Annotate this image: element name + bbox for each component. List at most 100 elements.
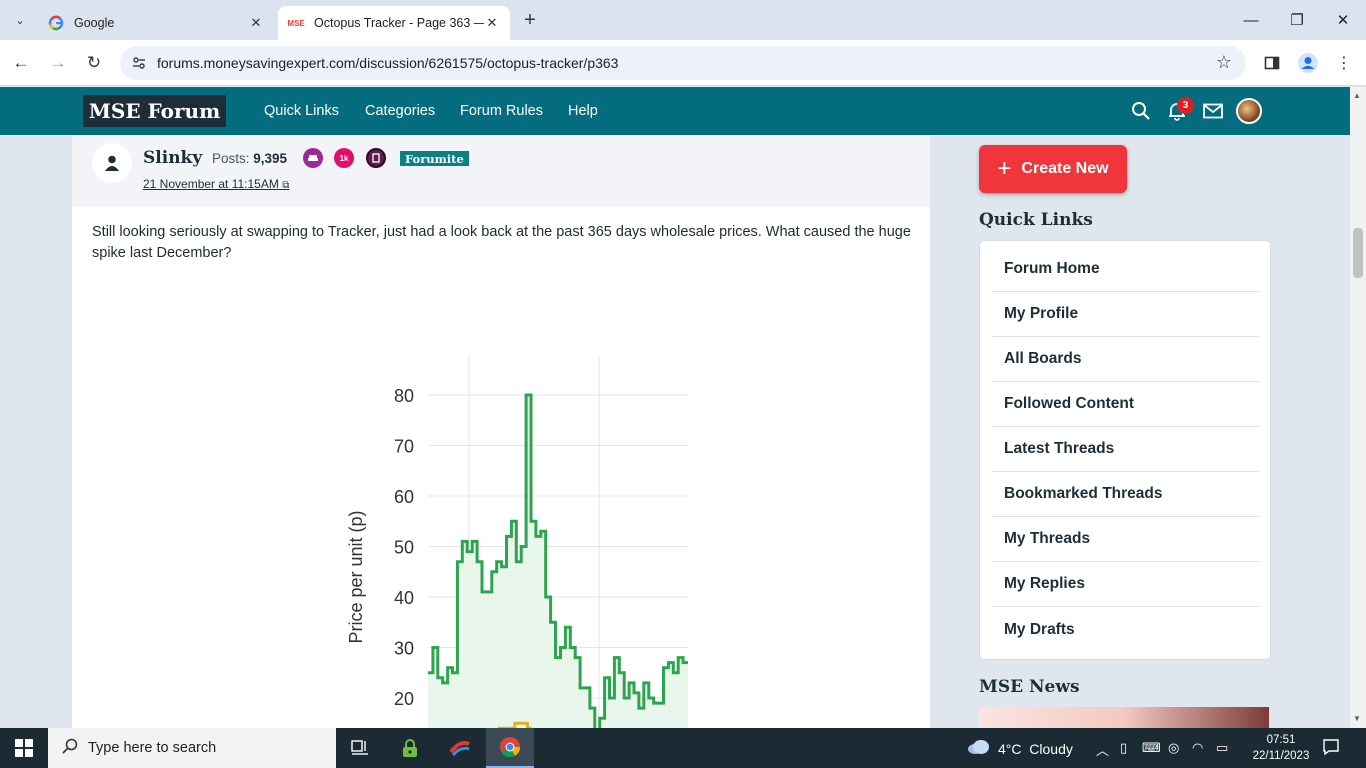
post-date-text: 21 November at 11:15AM bbox=[143, 177, 279, 191]
plus-icon: + bbox=[997, 155, 1012, 182]
posts-count-value: 9,395 bbox=[253, 151, 288, 166]
create-new-label: Create New bbox=[1021, 160, 1109, 177]
address-bar[interactable]: forums.moneysavingexpert.com/discussion/… bbox=[120, 46, 1246, 80]
post-date-link[interactable]: 21 November at 11:15AM ⧉ bbox=[143, 177, 289, 191]
chrome-app-icon[interactable] bbox=[486, 728, 534, 768]
action-center-icon[interactable] bbox=[1322, 738, 1340, 761]
tab-google[interactable]: Google ✕ bbox=[38, 6, 274, 40]
forum-post: Slinky Posts: 9,395 1k Forumite 21 Novem… bbox=[72, 135, 930, 728]
back-arrow-icon[interactable]: ← bbox=[6, 48, 36, 78]
chart-svg: 20 30 40 50 60 70 80 Price per unit (p) bbox=[346, 355, 688, 728]
chart-ytick-label-3: 50 bbox=[394, 538, 414, 558]
tray-language-icon[interactable]: ⌨ bbox=[1142, 740, 1161, 756]
quick-link-latest-threads[interactable]: Latest Threads bbox=[992, 427, 1259, 472]
quick-link-my-threads[interactable]: My Threads bbox=[992, 517, 1259, 562]
weather-widget[interactable]: 4°C Cloudy bbox=[966, 739, 1073, 758]
tray-usb-icon[interactable]: ▯ bbox=[1120, 740, 1127, 756]
taskbar-search-box[interactable]: Type here to search bbox=[48, 728, 336, 768]
forward-arrow-icon[interactable]: → bbox=[43, 48, 73, 78]
quick-link-my-replies[interactable]: My Replies bbox=[992, 562, 1259, 607]
scroll-down-arrow-icon[interactable]: ▼ bbox=[1353, 714, 1361, 723]
mse-favicon-icon: MSE bbox=[287, 18, 305, 28]
permalink-icon: ⧉ bbox=[282, 180, 290, 191]
messages-envelope-icon[interactable] bbox=[1201, 99, 1225, 123]
site-settings-icon[interactable] bbox=[130, 54, 148, 72]
user-avatar[interactable] bbox=[1236, 98, 1262, 124]
windows-start-icon[interactable] bbox=[0, 728, 48, 768]
author-name[interactable]: Slinky bbox=[143, 148, 202, 168]
site-header: MSE Forum Quick Links Categories Forum R… bbox=[0, 87, 1350, 135]
windows-taskbar: Type here to search 4°C Cloudy ︿ ▯ ⌨ ◎ ◠… bbox=[0, 728, 1366, 768]
phone-badge-icon[interactable] bbox=[366, 148, 386, 168]
post-count: Posts: 9,395 bbox=[212, 151, 287, 166]
quick-link-forum-home[interactable]: Forum Home bbox=[992, 247, 1259, 292]
quick-link-followed-content[interactable]: Followed Content bbox=[992, 382, 1259, 427]
tab-octopus-tracker[interactable]: MSE Octopus Tracker - Page 363 — M ✕ bbox=[278, 6, 510, 40]
tab-close-icon[interactable]: ✕ bbox=[248, 15, 264, 31]
new-tab-plus-icon[interactable]: + bbox=[516, 8, 544, 32]
chart-ylabel: Price per unit (p) bbox=[346, 510, 366, 643]
ccleaner-app-icon[interactable] bbox=[436, 728, 484, 768]
bookmark-star-icon[interactable]: ☆ bbox=[1216, 52, 1232, 73]
google-favicon-icon bbox=[48, 15, 64, 31]
mse-forum-logo[interactable]: MSE Forum bbox=[83, 95, 226, 127]
nav-categories[interactable]: Categories bbox=[365, 103, 435, 119]
side-panel-icon[interactable] bbox=[1257, 48, 1287, 78]
browser-toolbar: ← → ↻ forums.moneysavingexpert.com/discu… bbox=[0, 40, 1366, 86]
search-icon[interactable] bbox=[1129, 99, 1153, 123]
mse-news-heading: MSE News bbox=[979, 677, 1080, 697]
tray-meet-icon[interactable]: ◎ bbox=[1168, 740, 1179, 756]
chart-ytick-label-0: 20 bbox=[394, 689, 414, 709]
cloud-icon bbox=[966, 739, 990, 758]
chart-ytick-label-1: 30 bbox=[394, 639, 414, 659]
wholesale-price-chart: 20 30 40 50 60 70 80 Price per unit (p) bbox=[312, 315, 688, 728]
nav-forum-rules[interactable]: Forum Rules bbox=[460, 103, 543, 119]
news-thumbnail-image[interactable] bbox=[979, 707, 1269, 728]
tab-title: Octopus Tracker - Page 363 — M bbox=[314, 16, 484, 30]
minimize-icon[interactable]: — bbox=[1228, 0, 1274, 40]
taskbar-search-placeholder: Type here to search bbox=[88, 740, 217, 756]
chart-ytick-label-6: 80 bbox=[394, 386, 414, 406]
create-new-button[interactable]: + Create New bbox=[979, 145, 1127, 193]
password-manager-lock-icon[interactable] bbox=[386, 728, 434, 768]
scrollbar-thumb[interactable] bbox=[1353, 228, 1363, 278]
role-badge: Forumite bbox=[400, 151, 469, 166]
quick-link-all-boards[interactable]: All Boards bbox=[992, 337, 1259, 382]
nav-help[interactable]: Help bbox=[568, 103, 598, 119]
browser-menu-icon[interactable]: ⋮ bbox=[1329, 48, 1359, 78]
quick-link-my-profile[interactable]: My Profile bbox=[992, 292, 1259, 337]
close-window-icon[interactable]: ✕ bbox=[1320, 0, 1366, 40]
1k-posts-badge[interactable]: 1k bbox=[334, 148, 354, 168]
author-avatar-person-icon[interactable] bbox=[92, 143, 132, 183]
tab-search-chevron-icon[interactable]: ⌄ bbox=[8, 8, 32, 32]
restore-icon[interactable]: ❐ bbox=[1274, 0, 1320, 40]
post-body-text: Still looking seriously at swapping to T… bbox=[92, 224, 911, 261]
task-view-icon[interactable] bbox=[336, 728, 384, 768]
post-header: Slinky Posts: 9,395 1k Forumite 21 Novem… bbox=[72, 135, 930, 207]
tray-wifi-icon[interactable]: ◠ bbox=[1192, 740, 1203, 756]
chart-ytick-label-4: 60 bbox=[394, 487, 414, 507]
quick-links-heading: Quick Links bbox=[979, 210, 1093, 230]
tray-chevron-up-icon[interactable]: ︿ bbox=[1096, 740, 1109, 759]
tab-title: Google bbox=[74, 16, 115, 30]
weather-text: 4°C Cloudy bbox=[998, 740, 1073, 757]
scroll-up-arrow-icon[interactable]: ▲ bbox=[1353, 91, 1361, 100]
quick-link-my-drafts[interactable]: My Drafts bbox=[992, 607, 1259, 652]
profile-icon[interactable] bbox=[1293, 48, 1323, 78]
quick-link-bookmarked-threads[interactable]: Bookmarked Threads bbox=[992, 472, 1259, 517]
chart-series-area bbox=[428, 395, 688, 728]
tray-keyboard-icon[interactable]: ▭ bbox=[1216, 740, 1228, 756]
browser-tab-bar: ⌄ Google ✕ MSE Octopus Tracker - Page 36… bbox=[0, 0, 1366, 40]
quick-links-panel: Forum Home My Profile All Boards Followe… bbox=[979, 240, 1271, 660]
nav-quick-links[interactable]: Quick Links bbox=[264, 103, 339, 119]
armchair-badge-icon[interactable] bbox=[303, 148, 323, 168]
clock-time: 07:51 bbox=[1266, 734, 1296, 746]
search-icon bbox=[62, 738, 78, 759]
url-text: forums.moneysavingexpert.com/discussion/… bbox=[157, 55, 619, 71]
tab-close-icon[interactable]: ✕ bbox=[484, 15, 500, 31]
chart-ytick-label-5: 70 bbox=[394, 437, 414, 457]
page-scrollbar[interactable]: ▲ ▼ bbox=[1350, 87, 1366, 728]
taskbar-clock[interactable]: 07:51 22/11/2023 bbox=[1246, 732, 1316, 764]
posts-label: Posts: bbox=[212, 151, 250, 166]
reload-icon[interactable]: ↻ bbox=[79, 48, 109, 78]
